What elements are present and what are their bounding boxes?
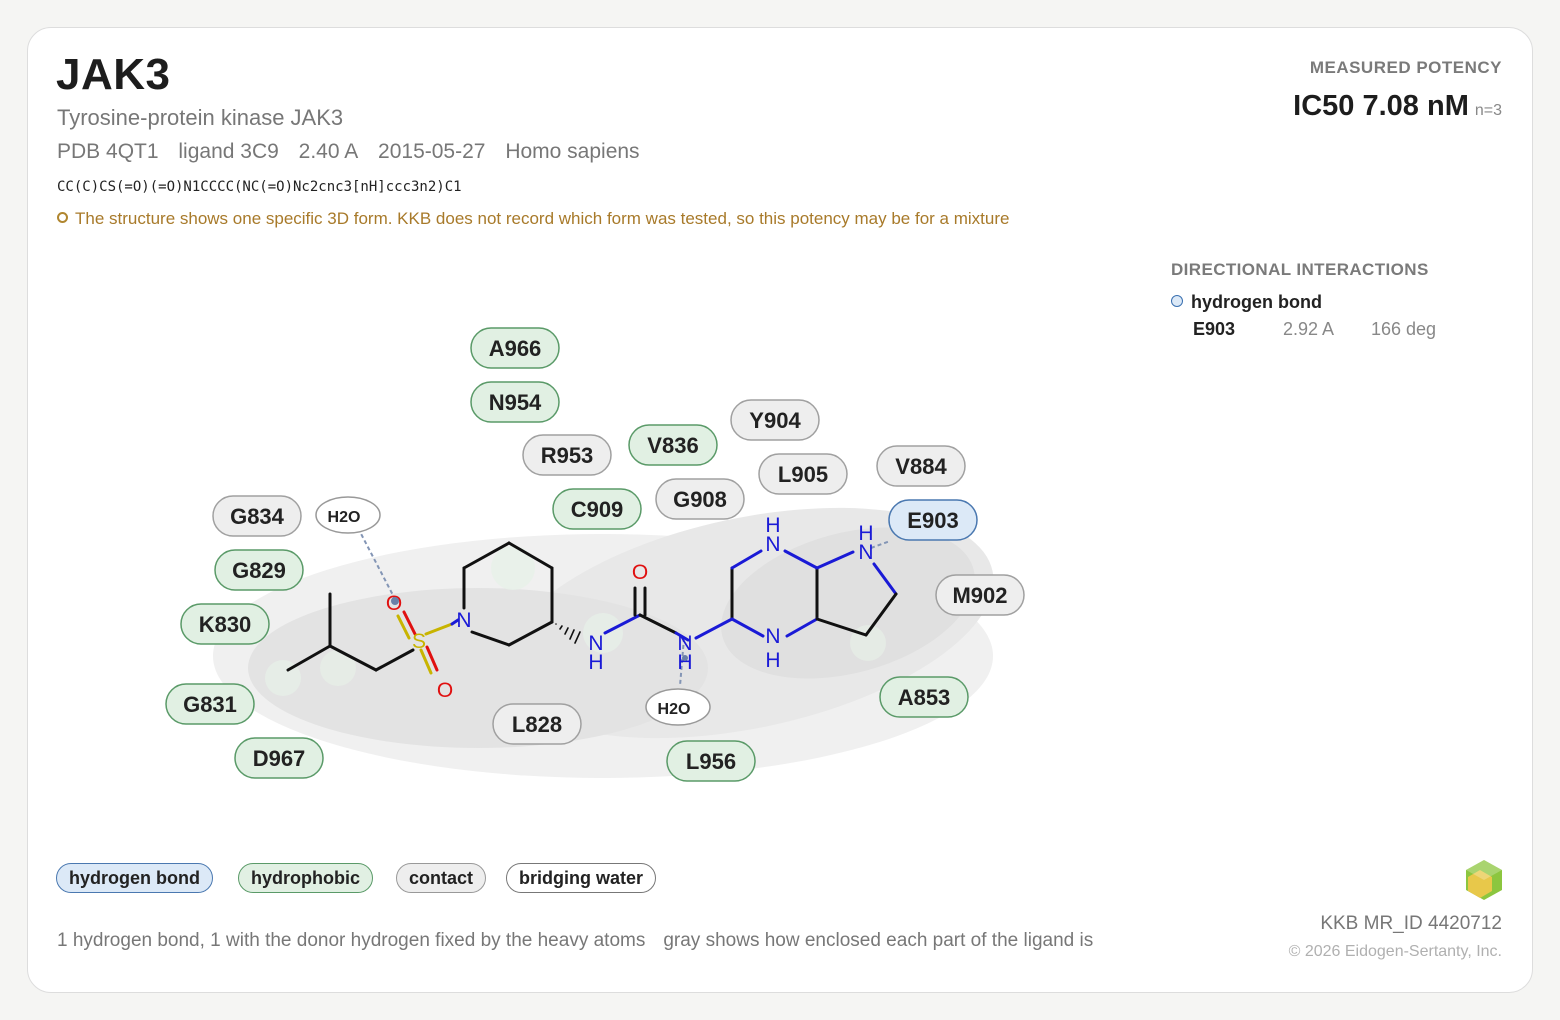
- water-molecule: H2O: [315, 496, 381, 534]
- residue-label: K830: [199, 612, 252, 637]
- residue-c909: C909: [552, 488, 642, 530]
- residue-label: D967: [253, 746, 306, 771]
- interaction-diagram: S O O N O N H N H H N N H H N H2O H2O: [165, 327, 1025, 782]
- legend-hydrogen-bond: hydrogen bond: [56, 863, 213, 893]
- nitrogen-atom: N: [456, 609, 471, 632]
- residue-label: G908: [673, 487, 727, 512]
- residue-label: G834: [230, 504, 285, 529]
- residue-label: C909: [571, 497, 624, 522]
- water-label: H2O: [328, 509, 361, 526]
- residue-label: V836: [647, 433, 698, 458]
- residue-v836: V836: [628, 424, 718, 466]
- residue-a853: A853: [879, 676, 969, 718]
- copyright: © 2026 Eidogen-Sertanty, Inc.: [1288, 943, 1502, 960]
- sulfur-atom: S: [412, 630, 426, 653]
- hydrogen-atom: H: [588, 651, 603, 674]
- residue-y904: Y904: [730, 399, 820, 441]
- residue-label: M902: [952, 583, 1007, 608]
- residue-label: E903: [907, 508, 958, 533]
- residue-k830: K830: [180, 603, 270, 645]
- hbond-contact-dot: [682, 655, 688, 661]
- water-label: H2O: [658, 701, 691, 718]
- residue-l956: L956: [666, 740, 756, 782]
- residue-n954: N954: [470, 381, 560, 423]
- residue-label: R953: [541, 443, 594, 468]
- residue-label: G829: [232, 558, 286, 583]
- nitrogen-atom: N: [765, 625, 780, 648]
- hbond-contact-dot: [391, 597, 399, 605]
- legend-hydrophobic: hydrophobic: [238, 863, 373, 893]
- legend-contact: contact: [396, 863, 487, 893]
- hydrogen-atom: H: [765, 649, 780, 672]
- eidogen-logo-icon: [1466, 860, 1502, 900]
- nitrogen-atom: N: [765, 533, 780, 556]
- hydrogen-atom: H: [677, 651, 692, 674]
- oxygen-atom: O: [437, 679, 453, 702]
- residue-g834: G834: [212, 495, 302, 537]
- residue-label: Y904: [749, 408, 801, 433]
- residue-g829: G829: [214, 549, 304, 591]
- residue-l828: L828: [492, 703, 582, 745]
- interaction-card: JAK3 Tyrosine-protein kinase JAK3 PDB 4Q…: [27, 27, 1533, 993]
- residue-label: L905: [778, 462, 828, 487]
- legend-bridging-water: bridging water: [506, 863, 657, 893]
- residue-label: L828: [512, 712, 562, 737]
- residue-e903: E903: [888, 499, 978, 541]
- nitrogen-atom: N: [858, 541, 873, 564]
- residue-label: A853: [898, 685, 951, 710]
- residue-m902: M902: [935, 574, 1025, 616]
- footnote: 1 hydrogen bond, 1 with the donor hydrog…: [57, 930, 1111, 952]
- residue-d967: D967: [234, 737, 324, 779]
- mr-id: KKB MR_ID 4420712: [1320, 913, 1502, 934]
- residue-label: L956: [686, 749, 736, 774]
- water-molecule: H2O: [645, 688, 711, 726]
- residue-g908: G908: [655, 478, 745, 520]
- residue-label: A966: [489, 336, 542, 361]
- residue-l905: L905: [758, 453, 848, 495]
- residue-a966: A966: [470, 327, 560, 369]
- residue-g831: G831: [165, 683, 255, 725]
- footnote-hbond: 1 hydrogen bond, 1 with the donor hydrog…: [57, 930, 646, 951]
- residue-label: V884: [895, 454, 947, 479]
- residue-v884: V884: [876, 445, 966, 487]
- residue-r953: R953: [522, 434, 612, 476]
- residue-label: N954: [489, 390, 542, 415]
- residue-label: G831: [183, 692, 237, 717]
- footnote-shading: gray shows how enclosed each part of the…: [663, 930, 1094, 951]
- oxygen-atom: O: [632, 561, 648, 584]
